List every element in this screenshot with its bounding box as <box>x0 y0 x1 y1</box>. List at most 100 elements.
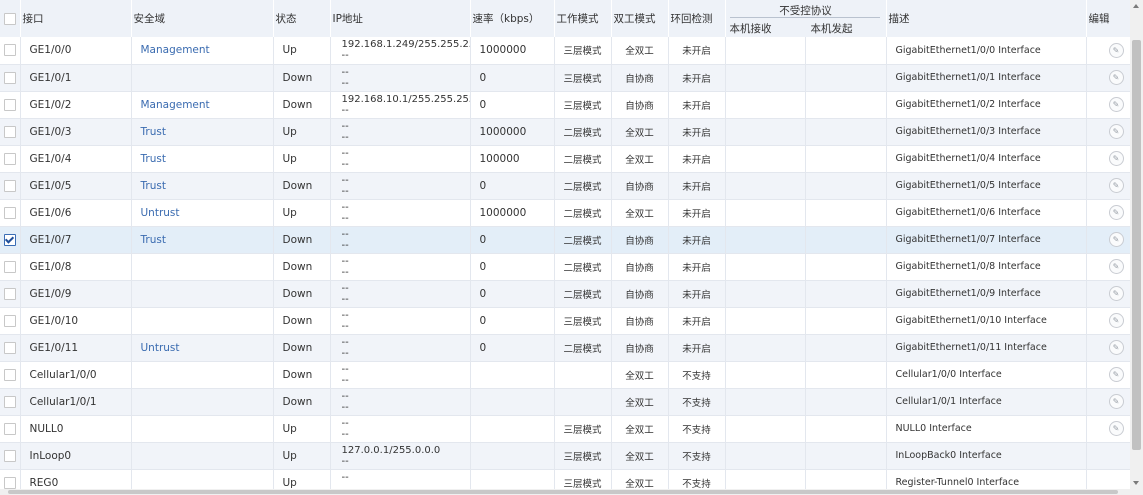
zone-cell <box>131 64 274 92</box>
col-loopback[interactable]: 环回检测 <box>668 0 726 37</box>
edit-pencil-icon[interactable]: ✎ <box>1108 124 1124 139</box>
zone-link[interactable]: Trust <box>141 180 166 192</box>
row-checkbox[interactable] <box>4 152 16 165</box>
horizontal-scrollbar[interactable] <box>0 489 1143 495</box>
col-protocol-rx[interactable]: 本机接收 <box>730 21 772 36</box>
duplex-cell: 全双工 <box>611 469 669 489</box>
row-checkbox[interactable] <box>4 476 16 489</box>
table-row[interactable]: GE1/0/7 Trust Down -- -- 0 二层模式 自协商 未开启 GigabitEt… <box>0 226 1130 254</box>
edit-pencil-icon[interactable]: ✎ <box>1108 42 1124 58</box>
row-checkbox[interactable] <box>4 314 16 327</box>
horizontal-scroll-thumb[interactable] <box>8 490 1118 494</box>
edit-pencil-icon[interactable]: ✎ <box>1108 151 1124 166</box>
protocol-rx-cell <box>725 280 806 308</box>
edit-cell: ✎ <box>1086 307 1130 335</box>
ip-cell: -- -- <box>330 388 471 416</box>
vertical-scroll-thumb[interactable] <box>1132 40 1141 450</box>
row-checkbox[interactable] <box>4 368 16 381</box>
interface-name: GE1/0/1 <box>20 64 132 92</box>
zone-link[interactable]: Trust <box>141 153 166 165</box>
row-checkbox[interactable] <box>4 395 16 408</box>
row-select-cell <box>0 64 21 92</box>
edit-pencil-icon[interactable]: ✎ <box>1108 97 1124 112</box>
edit-pencil-icon[interactable]: ✎ <box>1108 313 1124 328</box>
status-cell: Up <box>273 118 331 146</box>
col-mode[interactable]: 工作模式 <box>554 0 612 37</box>
ip-address: -- <box>341 417 349 429</box>
mode-cell: 三层模式 <box>554 415 612 443</box>
zone-cell <box>131 388 274 416</box>
mode-cell: 二层模式 <box>554 145 612 173</box>
row-checkbox[interactable] <box>4 341 16 354</box>
row-checkbox[interactable] <box>4 287 16 300</box>
scroll-down-arrow-icon[interactable] <box>1133 481 1139 485</box>
loopback-cell: 不支持 <box>668 361 726 389</box>
row-checkbox[interactable] <box>4 71 16 84</box>
zone-link[interactable]: Untrust <box>141 342 180 354</box>
row-checkbox[interactable] <box>4 98 16 111</box>
table-row[interactable]: GE1/0/11 Untrust Down -- -- 0 二层模式 自协商 未开启 Gigabi… <box>0 334 1130 362</box>
col-duplex[interactable]: 双工模式 <box>611 0 669 37</box>
edit-cell: ✎ <box>1086 280 1130 308</box>
zone-link[interactable]: Trust <box>141 234 166 246</box>
table-row[interactable]: NULL0 Up -- -- 三层模式 全双工 不支持 NULL0 Interface ✎ <box>0 415 1130 443</box>
vertical-scrollbar[interactable] <box>1130 0 1143 489</box>
row-checkbox[interactable] <box>4 206 16 219</box>
ip-cell: -- -- <box>330 64 471 92</box>
col-status[interactable]: 状态 <box>273 0 331 37</box>
edit-pencil-icon[interactable]: ✎ <box>1108 232 1124 247</box>
col-zone[interactable]: 安全域 <box>131 0 274 37</box>
edit-pencil-icon[interactable]: ✎ <box>1108 70 1124 85</box>
col-desc[interactable]: 描述 <box>886 0 1087 37</box>
col-rate[interactable]: 速率（kbps） <box>470 0 555 37</box>
rate-cell <box>470 388 555 416</box>
row-checkbox[interactable] <box>4 233 16 246</box>
ipv6-address: -- <box>341 374 349 386</box>
edit-pencil-icon[interactable]: ✎ <box>1108 205 1124 220</box>
row-checkbox[interactable] <box>4 125 16 138</box>
row-checkbox[interactable] <box>4 179 16 192</box>
row-select-cell <box>0 361 21 389</box>
col-ip[interactable]: IP地址 <box>330 0 471 37</box>
interface-name: GE1/0/5 <box>20 172 132 200</box>
select-all-checkbox[interactable] <box>4 12 16 25</box>
edit-pencil-icon[interactable]: ✎ <box>1108 394 1124 409</box>
table-row[interactable]: Cellular1/0/0 Down -- -- 全双工 不支持 Cellular1/0/0… <box>0 361 1130 389</box>
table-row[interactable]: GE1/0/1 Down -- -- 0 三层模式 自协商 未开启 GigabitEtherne… <box>0 64 1130 92</box>
edit-pencil-icon[interactable]: ✎ <box>1108 259 1124 274</box>
edit-pencil-icon[interactable]: ✎ <box>1108 178 1124 193</box>
zone-link[interactable]: Management <box>141 99 210 111</box>
table-row[interactable]: GE1/0/4 Trust Up -- -- 100000 二层模式 全双工 未开启 Gigabi… <box>0 145 1130 173</box>
table-row[interactable]: GE1/0/5 Trust Down -- -- 0 二层模式 自协商 未开启 GigabitEt… <box>0 172 1130 200</box>
edit-pencil-icon[interactable]: ✎ <box>1108 421 1124 436</box>
zone-link[interactable]: Trust <box>141 126 166 138</box>
edit-pencil-icon[interactable]: ✎ <box>1108 340 1124 355</box>
table-row[interactable]: GE1/0/0 Management Up 192.168.1.249/255.255… <box>0 37 1130 65</box>
table-row[interactable]: GE1/0/9 Down -- -- 0 二层模式 自协商 未开启 GigabitEtherne… <box>0 280 1130 308</box>
edit-pencil-icon[interactable]: ✎ <box>1108 286 1124 301</box>
table-row[interactable]: GE1/0/3 Trust Up -- -- 1000000 二层模式 全双工 未开启 Gigab… <box>0 118 1130 146</box>
scroll-up-arrow-icon[interactable] <box>1133 4 1139 8</box>
table-row[interactable]: GE1/0/10 Down -- -- 0 三层模式 自协商 未开启 GigabitEthern… <box>0 307 1130 335</box>
protocol-tx-cell <box>805 469 887 489</box>
edit-pencil-icon[interactable]: ✎ <box>1108 367 1124 382</box>
table-row[interactable]: GE1/0/2 Management Down 192.168.10.1/255.25… <box>0 91 1130 119</box>
table-row[interactable]: GE1/0/8 Down -- -- 0 二层模式 自协商 未开启 GigabitEtherne… <box>0 253 1130 281</box>
col-protocol-tx[interactable]: 本机发起 <box>811 21 853 36</box>
zone-cell: Trust <box>131 226 274 254</box>
zone-link[interactable]: Untrust <box>141 207 180 219</box>
table-row[interactable]: InLoop0 Up 127.0.0.1/255.0.0.0 -- 三层模式 全双工 不支持… <box>0 442 1130 470</box>
table-row[interactable]: REG0 Up -- 三层模式 全双工 不支持 Register-Tunnel0 Inter… <box>0 469 1130 489</box>
col-interface[interactable]: 接口 <box>20 0 132 37</box>
row-checkbox[interactable] <box>4 422 16 435</box>
zone-link[interactable]: Management <box>141 44 210 56</box>
row-checkbox[interactable] <box>4 44 16 57</box>
zone-cell <box>131 253 274 281</box>
table-row[interactable]: Cellular1/0/1 Down -- -- 全双工 不支持 Cellular1/0/1… <box>0 388 1130 416</box>
rate-cell <box>470 442 555 470</box>
table-row[interactable]: GE1/0/6 Untrust Up -- -- 1000000 二层模式 全双工 未开启 Gig… <box>0 199 1130 227</box>
row-checkbox[interactable] <box>4 449 16 462</box>
protocol-rx-cell <box>725 64 806 92</box>
row-checkbox[interactable] <box>4 260 16 273</box>
mode-cell: 三层模式 <box>554 469 612 489</box>
